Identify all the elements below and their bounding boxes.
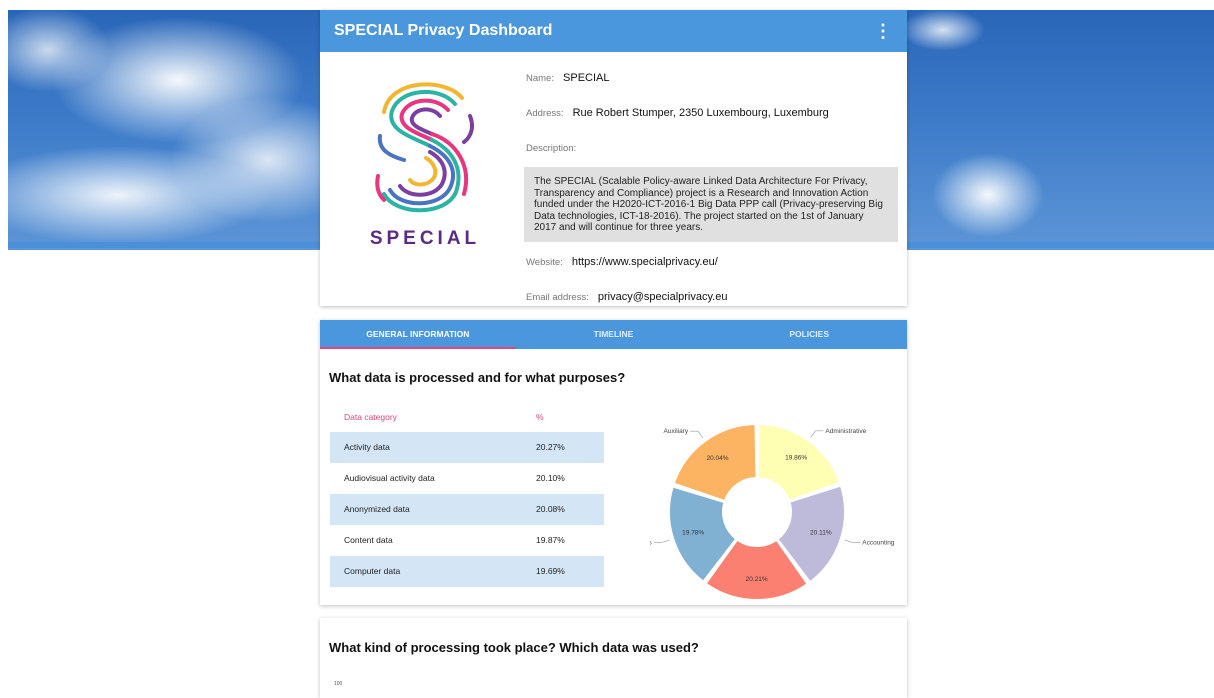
slice-value-label: 19.78% [682, 529, 704, 536]
address-row: Address: Rue Robert Stumper, 2350 Luxemb… [526, 103, 898, 124]
slice-leader-line [844, 539, 861, 543]
slice-leader-line [810, 430, 824, 438]
table-cell: Anonymized data [344, 504, 410, 514]
slice-value-label: 20.04% [707, 455, 729, 462]
data-category-table: Data category % Activity data 20.27% Aud… [330, 402, 604, 587]
website-row: Website: https://www.specialprivacy.eu/ [526, 252, 898, 273]
slice-category-label: Accounting [862, 539, 895, 546]
table-row: Activity data 20.27% [330, 432, 604, 463]
table-cell: Computer data [344, 566, 401, 576]
table-cell: Activity data [344, 442, 390, 452]
name-row: Name: SPECIAL [526, 68, 898, 89]
special-logo: SPECIAL [360, 76, 490, 256]
logo-text: SPECIAL [369, 228, 481, 249]
website-label: Website: [526, 256, 563, 268]
header-percent: % [536, 412, 544, 422]
address-value: Rue Robert Stumper, 2350 Luxembourg, Lux… [572, 107, 829, 119]
description-label: Description: [526, 143, 577, 154]
table-cell: 20.27% [536, 442, 565, 452]
table-cell: 20.10% [536, 473, 565, 483]
fingerprint-s-icon [375, 82, 474, 213]
name-value: SPECIAL [563, 72, 610, 84]
app-title: SPECIAL Privacy Dashboard [334, 22, 553, 39]
section-heading-processing: What kind of processing took place? Whic… [329, 640, 699, 655]
organization-details: Name: SPECIAL Address: Rue Robert Stumpe… [524, 68, 898, 322]
section-heading-data-processed: What data is processed and for what purp… [329, 370, 626, 385]
tab-policies[interactable]: POLICIES [711, 320, 907, 349]
table-header: Data category % [330, 402, 604, 432]
table-cell: Audiovisual activity data [344, 473, 435, 483]
slice-value-label: 20.21% [746, 576, 768, 583]
table-cell: Content data [344, 535, 393, 545]
slice-value-label: 19.86% [785, 455, 807, 462]
axis-tick-label: 100 [334, 681, 343, 687]
tab-general-information[interactable]: GENERAL INFORMATION [320, 320, 516, 349]
name-label: Name: [526, 73, 554, 84]
table-row: Anonymized data 20.08% [330, 494, 604, 525]
slice-leader-line [690, 430, 704, 438]
tab-bar: GENERAL INFORMATION TIMELINE POLICIES [320, 320, 907, 349]
email-row: Email address: privacy@specialprivacy.eu [526, 287, 898, 308]
tab-timeline[interactable]: TIMELINE [516, 320, 712, 349]
slice-value-label: 20.11% [810, 529, 832, 536]
table-row: Audiovisual activity data 20.10% [330, 463, 604, 494]
table-cell: 19.87% [536, 535, 565, 545]
address-label: Address: [526, 108, 564, 119]
email-link[interactable]: privacy@specialprivacy.eu [598, 291, 728, 303]
table-cell: 19.69% [536, 566, 565, 576]
slice-category-label: Arts [650, 539, 653, 546]
table-cell: 20.08% [536, 504, 565, 514]
email-label: Email address: [526, 291, 589, 303]
slice-leader-line [653, 539, 670, 543]
table-row: Content data 19.87% [330, 525, 604, 556]
description-text: The SPECIAL (Scalable Policy-aware Linke… [524, 167, 898, 242]
table-row: Computer data 19.69% [330, 556, 604, 587]
description-row: Description: [526, 138, 898, 159]
slice-category-label: Administrative [825, 428, 866, 435]
general-information-card: GENERAL INFORMATION TIMELINE POLICIES Wh… [320, 320, 907, 605]
data-purpose-donut-chart: 19.86% Administrative 20.11% Accounting 20.2… [650, 422, 895, 601]
organization-card: SPECIAL Privacy Dashboard ⋮ SPECIAL Name… [320, 10, 907, 306]
slice-category-label: Auxiliary [664, 428, 689, 435]
app-bar: SPECIAL Privacy Dashboard ⋮ [320, 10, 907, 52]
pie-slice-auxiliary[interactable] [672, 422, 758, 503]
more-vert-icon[interactable]: ⋮ [873, 21, 893, 42]
header-data-category: Data category [344, 412, 397, 422]
processing-card: What kind of processing took place? Whic… [320, 618, 907, 698]
website-link[interactable]: https://www.specialprivacy.eu/ [572, 256, 718, 268]
